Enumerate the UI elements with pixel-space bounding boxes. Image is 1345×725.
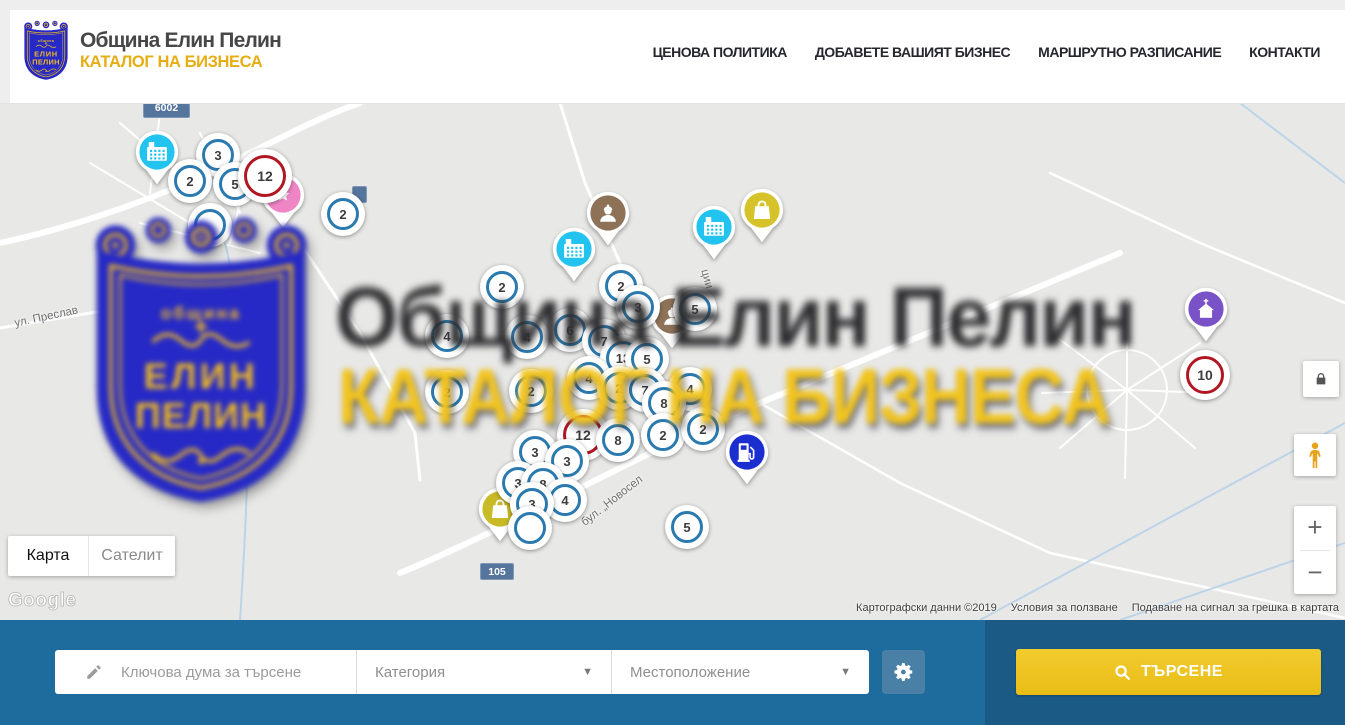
cluster-marker[interactable]: 12	[238, 149, 292, 203]
category-select[interactable]: Категория ▼	[357, 650, 611, 694]
pegman-icon	[1302, 440, 1328, 470]
cluster-marker[interactable]: 4	[505, 315, 549, 359]
brand[interactable]: Община Елин Пелин КАТАЛОГ НА БИЗНЕСА	[22, 20, 281, 82]
cluster-marker[interactable]: 2	[509, 369, 553, 413]
header: Община Елин Пелин КАТАЛОГ НА БИЗНЕСА ЦЕН…	[0, 0, 1345, 104]
category-pin-building[interactable]	[692, 205, 736, 260]
map-type-toggle: Карта Сателит	[8, 536, 175, 576]
search-icon	[1114, 664, 1131, 681]
cluster-marker[interactable]: 3	[616, 285, 660, 329]
nav-item-2[interactable]: МАРШРУТНО РАЗПИСАНИЕ	[1038, 44, 1221, 60]
category-select-value: Категория	[375, 664, 445, 681]
cluster-marker[interactable]	[508, 506, 552, 550]
chevron-down-icon: ▼	[582, 666, 593, 678]
search-bar: Категория ▼ Местоположение ▼ ТЪРСЕНЕ	[0, 620, 1345, 725]
brand-subtitle: КАТАЛОГ НА БИЗНЕСА	[80, 52, 281, 73]
location-select[interactable]: Местоположение ▼	[612, 650, 869, 694]
search-button[interactable]: ТЪРСЕНЕ	[1016, 649, 1321, 695]
chevron-down-icon: ▼	[840, 666, 851, 678]
cluster-marker[interactable]: 2	[425, 370, 469, 414]
cluster-marker[interactable]: 4	[425, 314, 469, 358]
page: община ЕЛИН ПЕЛИН Община Елин Пелин КАТА…	[0, 0, 1345, 725]
page-edge-left	[0, 0, 10, 103]
page-edge-top	[0, 0, 1345, 10]
street-view-pegman-button[interactable]	[1294, 434, 1336, 476]
cluster-marker[interactable]: 5	[673, 287, 717, 331]
attribution-item-2[interactable]: Подаване на сигнал за грешка в картата	[1132, 602, 1339, 614]
lock-button[interactable]	[1303, 361, 1339, 397]
road-badge: 6002	[143, 103, 190, 118]
category-pin-fuel[interactable]	[725, 430, 769, 485]
advanced-search-button[interactable]	[882, 650, 925, 694]
satellite-view-button[interactable]: Сателит	[89, 536, 175, 576]
cluster-marker[interactable]	[188, 203, 232, 247]
cluster-marker[interactable]: 5	[665, 505, 709, 549]
search-button-label: ТЪРСЕНЕ	[1141, 663, 1223, 681]
gear-icon	[893, 661, 915, 683]
nav-item-3[interactable]: КОНТАКТИ	[1249, 44, 1320, 60]
cluster-marker[interactable]: 2	[168, 159, 212, 203]
cluster-marker[interactable]: 8	[596, 418, 640, 462]
map-attribution: Картографски данни ©2019 Условия за ползв…	[856, 602, 1339, 614]
attribution-item-0: Картографски данни ©2019	[856, 602, 997, 614]
keyword-input[interactable]	[119, 663, 356, 682]
main-nav: ЦЕНОВА ПОЛИТИКА ДОБАВЕТЕ ВАШИЯТ БИЗНЕС МАР…	[653, 0, 1320, 103]
category-pin-church[interactable]	[1184, 287, 1228, 342]
cluster-marker[interactable]: 10	[1180, 350, 1230, 400]
attribution-item-1[interactable]: Условия за ползване	[1011, 602, 1118, 614]
cluster-marker[interactable]: 2	[681, 407, 725, 451]
zoom-controls: + −	[1294, 506, 1336, 594]
nav-item-0[interactable]: ЦЕНОВА ПОЛИТИКА	[653, 44, 787, 60]
search-fields: Категория ▼ Местоположение ▼	[55, 650, 869, 694]
map-canvas[interactable]: 6002105 ул. Преславбул. „Новоселции 3251…	[0, 103, 1345, 620]
zoom-out-button[interactable]: −	[1294, 551, 1336, 595]
cluster-marker[interactable]: 2	[321, 192, 365, 236]
cluster-marker[interactable]: 2	[480, 265, 524, 309]
nav-item-1[interactable]: ДОБАВЕТЕ ВАШИЯТ БИЗНЕС	[815, 44, 1010, 60]
zoom-in-button[interactable]: +	[1294, 506, 1336, 550]
road-badge: 105	[480, 563, 514, 580]
pencil-icon	[85, 663, 103, 681]
cluster-marker[interactable]: 2	[641, 413, 685, 457]
google-logo[interactable]: Google	[8, 590, 76, 612]
map-view-button[interactable]: Карта	[8, 536, 89, 576]
brand-title: Община Елин Пелин	[80, 29, 281, 52]
category-pin-bag[interactable]	[740, 188, 784, 243]
municipality-crest-logo	[22, 20, 70, 82]
location-select-value: Местоположение	[630, 664, 750, 681]
category-pin-building[interactable]	[552, 227, 596, 282]
lock-icon	[1313, 371, 1329, 387]
keyword-field	[55, 650, 356, 694]
